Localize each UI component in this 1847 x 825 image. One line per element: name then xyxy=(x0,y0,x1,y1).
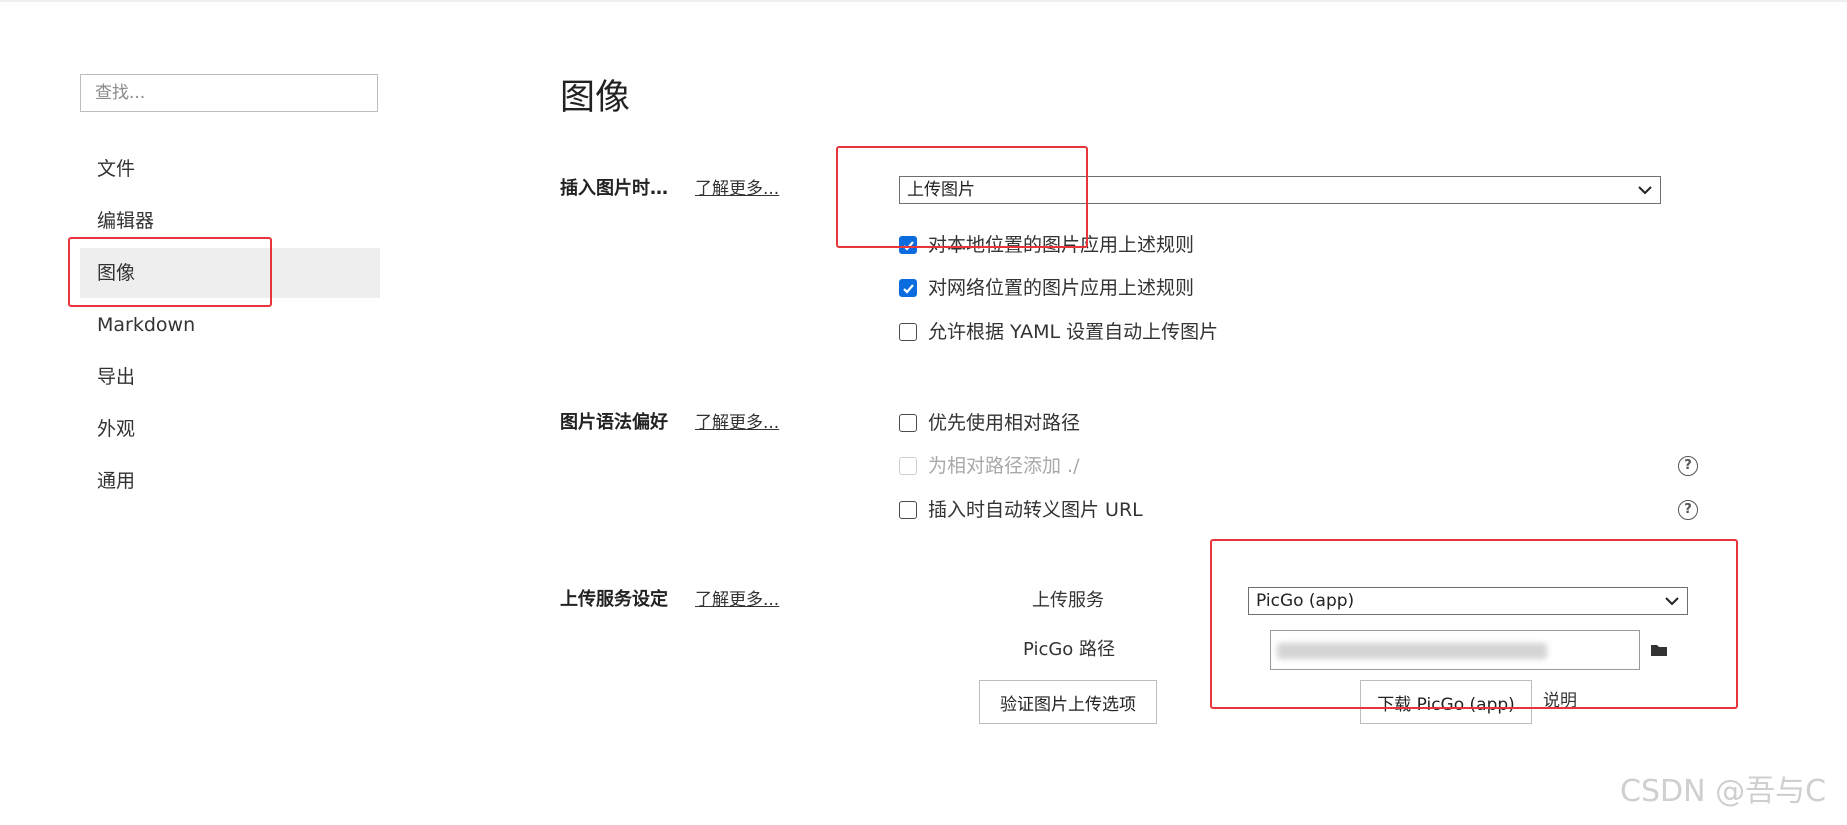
search-input[interactable] xyxy=(80,74,378,112)
relative-path-checkbox[interactable] xyxy=(899,414,917,432)
escape-url-checkbox[interactable] xyxy=(899,501,917,519)
sidebar-item-label: Markdown xyxy=(97,314,196,336)
yaml-upload-label: 允许根据 YAML 设置自动上传图片 xyxy=(928,321,1219,343)
sidebar-item-export[interactable]: 导出 xyxy=(80,352,380,402)
chevron-down-icon xyxy=(1665,597,1679,606)
page-title: 图像 xyxy=(560,78,631,118)
sidebar-item-label: 文件 xyxy=(97,158,136,180)
sidebar-item-image[interactable]: 图像 xyxy=(80,248,380,298)
folder-icon[interactable] xyxy=(1650,642,1668,658)
sidebar-item-label: 通用 xyxy=(97,470,136,492)
escape-url-label: 插入时自动转义图片 URL xyxy=(928,499,1143,521)
apply-network-checkbox[interactable] xyxy=(899,279,917,297)
top-divider xyxy=(0,0,1847,2)
apply-local-checkbox[interactable] xyxy=(899,236,917,254)
blurred-path-value xyxy=(1277,643,1547,659)
checkmark-icon xyxy=(903,241,914,251)
picgo-path-label: PicGo 路径 xyxy=(1023,639,1116,660)
chevron-down-icon xyxy=(1638,186,1652,195)
yaml-upload-checkbox[interactable] xyxy=(899,323,917,341)
sidebar-item-label: 编辑器 xyxy=(97,210,155,232)
sidebar-item-markdown[interactable]: Markdown xyxy=(80,300,380,350)
sidebar-item-label: 导出 xyxy=(97,366,136,388)
upload-service-select[interactable]: PicGo (app) xyxy=(1248,587,1688,615)
verify-upload-button[interactable]: 验证图片上传选项 xyxy=(979,680,1157,724)
insert-learn-more-link[interactable]: 了解更多... xyxy=(695,176,779,202)
add-dot-slash-label: 为相对路径添加 ./ xyxy=(928,455,1080,477)
upload-service-label: 上传服务 xyxy=(1032,590,1104,611)
add-dot-slash-checkbox xyxy=(899,457,917,475)
upload-service-value: PicGo (app) xyxy=(1256,591,1355,611)
relative-path-label: 优先使用相对路径 xyxy=(928,412,1081,434)
insert-section-label: 插入图片时… xyxy=(560,178,668,199)
sidebar-item-file[interactable]: 文件 xyxy=(80,144,380,194)
syntax-learn-more-link[interactable]: 了解更多... xyxy=(695,410,779,436)
upload-section-label: 上传服务设定 xyxy=(560,589,668,610)
sidebar-item-editor[interactable]: 编辑器 xyxy=(80,196,380,246)
help-icon[interactable]: ? xyxy=(1678,456,1698,476)
insert-action-select[interactable]: 上传图片 xyxy=(899,176,1661,204)
sidebar-item-label: 图像 xyxy=(97,262,136,284)
syntax-section-label: 图片语法偏好 xyxy=(560,412,668,433)
apply-local-label: 对本地位置的图片应用上述规则 xyxy=(928,234,1195,256)
picgo-path-input[interactable] xyxy=(1270,630,1640,670)
sidebar-item-appearance[interactable]: 外观 xyxy=(80,404,380,454)
download-picgo-button[interactable]: 下载 PicGo (app) xyxy=(1360,680,1532,724)
watermark: CSDN @吾与C xyxy=(1620,774,1827,809)
sidebar-item-general[interactable]: 通用 xyxy=(80,456,380,506)
checkmark-icon xyxy=(903,284,914,294)
instructions-link[interactable]: 说明 xyxy=(1543,688,1577,714)
help-icon[interactable]: ? xyxy=(1678,500,1698,520)
apply-network-label: 对网络位置的图片应用上述规则 xyxy=(928,277,1195,299)
upload-learn-more-link[interactable]: 了解更多... xyxy=(695,587,779,613)
sidebar-item-label: 外观 xyxy=(97,418,136,440)
insert-action-value: 上传图片 xyxy=(907,180,975,200)
